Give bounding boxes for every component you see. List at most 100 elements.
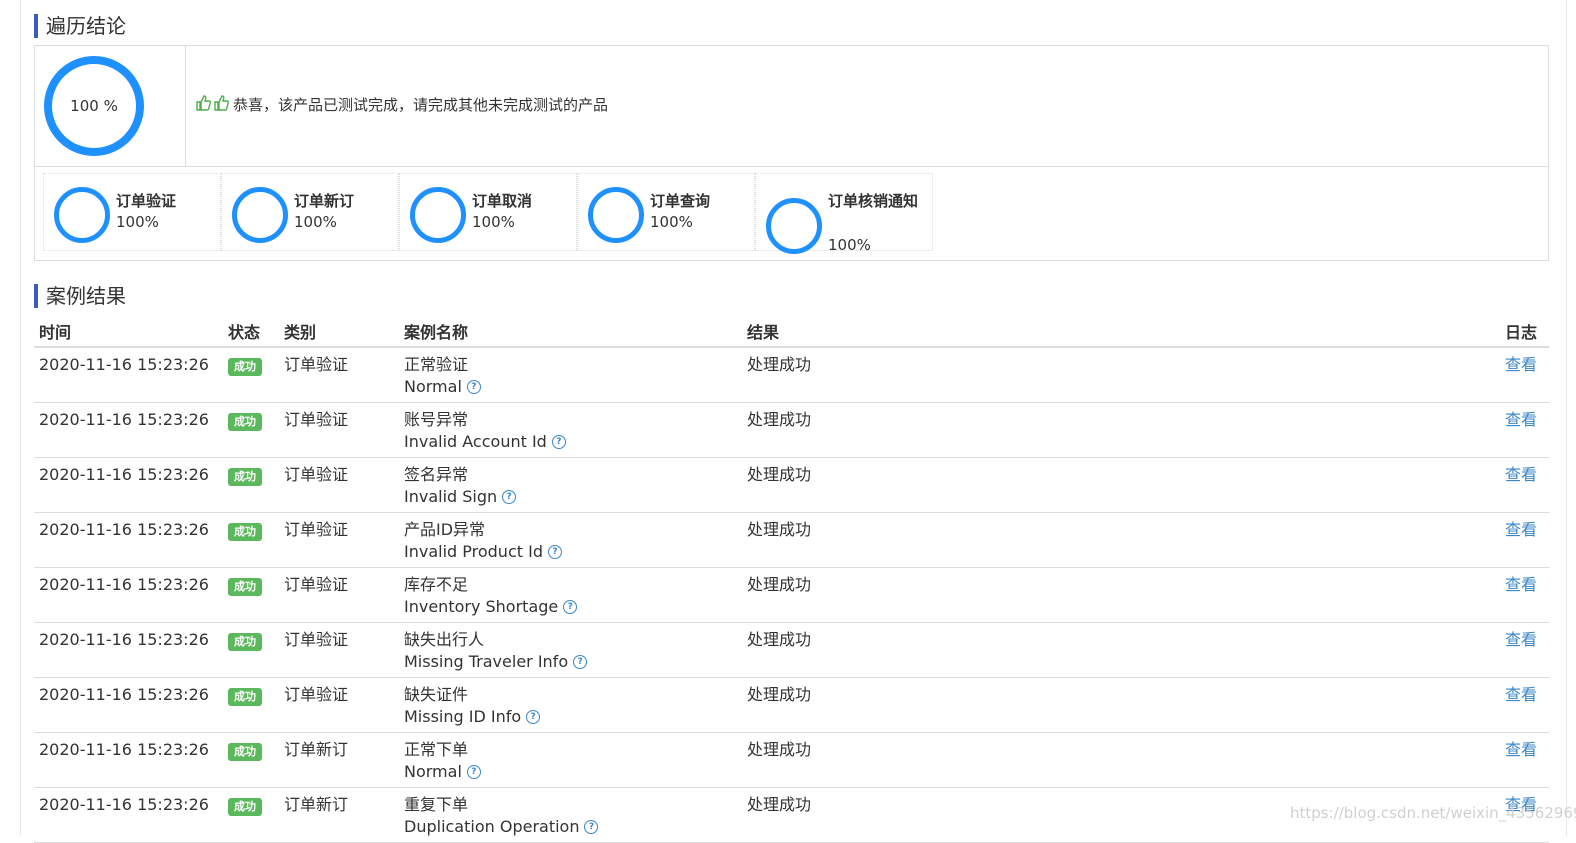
category-progress-row: 订单验证 100% 订单新订 100% 订单取消 100% 订单查询 100% …: [43, 173, 933, 254]
category-name: 订单验证: [116, 192, 177, 210]
table-row: 2020-11-16 15:23:26 成功 订单验证 缺失证件 Missing ID …: [34, 677, 1549, 733]
category-name: 订单查询: [650, 192, 711, 210]
cell-status: 成功: [223, 567, 279, 623]
overall-progress-label: 100 %: [70, 97, 118, 115]
view-log-link[interactable]: 查看: [1505, 575, 1537, 594]
cell-case: 正常下单 Normal?: [399, 732, 742, 788]
case-name-cn: 正常验证: [404, 355, 469, 374]
cell-result: 处理成功: [742, 622, 1342, 678]
cell-category: 订单新订: [279, 787, 399, 843]
cell-result: 处理成功: [742, 347, 1342, 403]
cell-result: 处理成功: [742, 677, 1342, 733]
overall-progress-cell: 100 %: [35, 46, 186, 166]
help-icon[interactable]: ?: [563, 600, 578, 614]
case-name-en-wrap: Normal?: [404, 376, 742, 398]
cell-status: 成功: [223, 622, 279, 678]
cell-log: 查看: [1342, 457, 1549, 513]
cell-category: 订单验证: [279, 622, 399, 678]
completion-message: 恭喜，该产品已测试完成，请完成其他未完成测试的产品: [195, 94, 608, 115]
case-name-cn: 缺失证件: [404, 685, 469, 704]
cell-category: 订单验证: [279, 567, 399, 623]
category-progress-ring: [232, 187, 288, 243]
case-name-en: Inventory Shortage: [404, 597, 559, 616]
cell-status: 成功: [223, 677, 279, 733]
category-progress-ring: [766, 198, 822, 254]
category-name: 订单新订: [294, 192, 355, 210]
completion-message-text: 恭喜，该产品已测试完成，请完成其他未完成测试的产品: [233, 96, 609, 114]
cell-time: 2020-11-16 15:23:26: [34, 512, 223, 568]
traversal-summary-panel: 100 % 恭喜，该产品已测试完成，请完成其他未完成测试的产品 订单验证 100…: [34, 45, 1549, 261]
cell-time: 2020-11-16 15:23:26: [34, 787, 223, 843]
watermark: https://blog.csdn.net/weixin_43562969: [1290, 804, 1576, 822]
view-log-link[interactable]: 查看: [1505, 355, 1537, 374]
cell-case: 产品ID异常 Invalid Product Id?: [399, 512, 742, 568]
category-percent: 100%: [294, 213, 337, 231]
cell-time: 2020-11-16 15:23:26: [34, 402, 223, 458]
category-percent: 100%: [828, 236, 871, 254]
cell-log: 查看: [1342, 402, 1549, 458]
status-badge: 成功: [228, 523, 262, 541]
status-badge: 成功: [228, 743, 262, 761]
case-name-en-wrap: Invalid Sign?: [404, 486, 742, 508]
case-name-cn: 账号异常: [404, 410, 469, 429]
cell-status: 成功: [223, 787, 279, 843]
case-name-en: Normal: [404, 377, 462, 396]
help-icon[interactable]: ?: [547, 545, 562, 559]
cell-time: 2020-11-16 15:23:26: [34, 347, 223, 403]
cell-case: 库存不足 Inventory Shortage?: [399, 567, 742, 623]
view-log-link[interactable]: 查看: [1505, 520, 1537, 539]
status-badge: 成功: [228, 413, 262, 431]
help-icon[interactable]: ?: [466, 380, 481, 394]
view-log-link[interactable]: 查看: [1505, 465, 1537, 484]
view-log-link[interactable]: 查看: [1505, 630, 1537, 649]
case-name-en: Invalid Account Id: [404, 432, 547, 451]
status-badge: 成功: [228, 798, 262, 816]
category-card: 订单核销通知 100%: [755, 173, 933, 254]
help-icon[interactable]: ?: [551, 435, 566, 449]
cell-result: 处理成功: [742, 567, 1342, 623]
cell-status: 成功: [223, 457, 279, 513]
status-badge: 成功: [228, 578, 262, 596]
case-name-en-wrap: Invalid Account Id?: [404, 431, 742, 453]
status-badge: 成功: [228, 688, 262, 706]
case-name-en: Normal: [404, 762, 462, 781]
view-log-link[interactable]: 查看: [1505, 740, 1537, 759]
status-badge: 成功: [228, 633, 262, 651]
category-card: 订单查询 100%: [577, 173, 755, 251]
cell-status: 成功: [223, 402, 279, 458]
help-icon[interactable]: ?: [573, 655, 588, 669]
case-name-en-wrap: Duplication Operation?: [404, 816, 742, 838]
case-name-en-wrap: Inventory Shortage?: [404, 596, 742, 618]
help-icon[interactable]: ?: [502, 490, 517, 504]
table-row: 2020-11-16 15:23:26 成功 订单新订 正常下单 Normal? 处理成功…: [34, 732, 1549, 788]
status-badge: 成功: [228, 468, 262, 486]
cell-log: 查看: [1342, 347, 1549, 403]
category-percent: 100%: [650, 213, 693, 231]
table-row: 2020-11-16 15:23:26 成功 订单验证 缺失出行人 Missing Tr…: [34, 622, 1549, 678]
thumbs-up-icon: [213, 94, 229, 115]
help-icon[interactable]: ?: [584, 820, 599, 834]
help-icon[interactable]: ?: [466, 765, 481, 779]
case-name-cn: 产品ID异常: [404, 520, 486, 539]
case-name-en: Invalid Product Id: [404, 542, 543, 561]
column-header-log: 日志: [1342, 316, 1549, 348]
category-name: 订单取消: [472, 192, 533, 210]
cell-category: 订单验证: [279, 402, 399, 458]
cell-time: 2020-11-16 15:23:26: [34, 732, 223, 788]
results-table-body: 2020-11-16 15:23:26 成功 订单验证 正常验证 Normal? 处理成功…: [34, 347, 1549, 843]
table-row: 2020-11-16 15:23:26 成功 订单验证 正常验证 Normal? 处理成功…: [34, 347, 1549, 403]
category-card: 订单验证 100%: [43, 173, 221, 251]
column-header-time: 时间: [34, 316, 223, 348]
column-header-result: 结果: [742, 316, 1342, 348]
overall-progress-ring: 100 %: [44, 56, 144, 156]
cell-result: 处理成功: [742, 732, 1342, 788]
cell-time: 2020-11-16 15:23:26: [34, 677, 223, 733]
cell-category: 订单验证: [279, 347, 399, 403]
results-table: 时间 状态 类别 案例名称 结果 日志 2020-11-16 15:23:26 成…: [34, 316, 1549, 843]
overall-progress-row: 100 % 恭喜，该产品已测试完成，请完成其他未完成测试的产品: [35, 46, 1548, 167]
case-name-cn: 库存不足: [404, 575, 469, 594]
case-name-en: Missing ID Info: [404, 707, 522, 726]
view-log-link[interactable]: 查看: [1505, 685, 1537, 704]
view-log-link[interactable]: 查看: [1505, 410, 1537, 429]
help-icon[interactable]: ?: [526, 710, 541, 724]
